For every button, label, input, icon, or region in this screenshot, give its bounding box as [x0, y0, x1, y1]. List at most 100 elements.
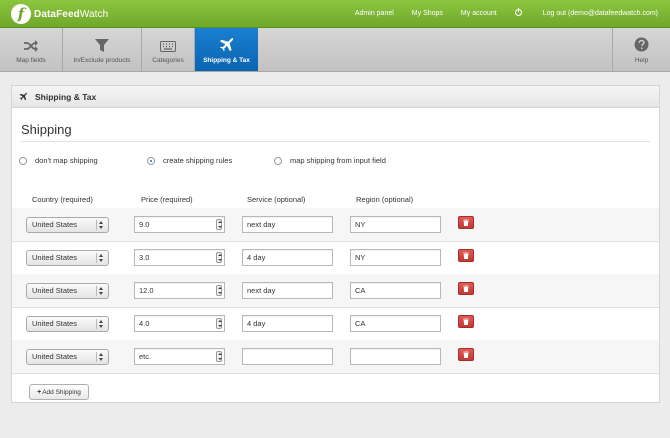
top-nav: Admin panel My Shops My account Log out …: [337, 0, 658, 26]
table-divider: [12, 241, 659, 242]
price-value: 4.0: [139, 319, 150, 328]
country-select[interactable]: United States: [26, 250, 109, 266]
service-input[interactable]: next day: [242, 216, 333, 233]
trash-icon: [463, 219, 469, 226]
select-arrows-icon: [98, 221, 105, 229]
country-value: United States: [32, 352, 78, 361]
column-header-service: Service (optional): [247, 195, 306, 204]
tab-map-fields[interactable]: Map fields: [0, 28, 63, 71]
region-input[interactable]: NY: [350, 216, 441, 233]
power-icon: [514, 8, 522, 16]
logout-label: Log out (demo@datafeedwatch.com): [542, 10, 658, 17]
option-create-shipping-rules[interactable]: create shipping rules: [147, 156, 232, 165]
delete-row-button[interactable]: [458, 282, 474, 295]
trash-icon: [463, 285, 469, 292]
airplane-icon: [19, 92, 28, 101]
country-select[interactable]: United States: [26, 217, 109, 233]
tab-help[interactable]: Help: [612, 28, 670, 71]
table-row: [12, 274, 659, 307]
service-input[interactable]: 4 day: [242, 315, 333, 332]
delete-row-button[interactable]: [458, 216, 474, 229]
price-input[interactable]: etc.: [134, 348, 225, 365]
table-divider: [12, 373, 659, 374]
radio-button[interactable]: [19, 156, 27, 165]
select-arrows-icon: [98, 287, 105, 295]
price-input[interactable]: 12.0: [134, 282, 225, 299]
delete-row-button[interactable]: [458, 315, 474, 328]
price-input[interactable]: 3.0: [134, 249, 225, 266]
airplane-icon: [219, 37, 233, 52]
section-divider: [21, 141, 650, 142]
option-map-shipping-from-input[interactable]: map shipping from input field: [274, 156, 386, 165]
stepper-icon[interactable]: [216, 219, 222, 230]
service-input[interactable]: [242, 348, 333, 365]
select-arrows-icon: [98, 320, 105, 328]
shipping-tax-panel: Shipping & Tax Shipping don't map shippi…: [11, 85, 660, 403]
section-title: Shipping: [21, 122, 72, 137]
keyboard-icon: [160, 41, 176, 52]
my-shops-link[interactable]: My Shops: [412, 10, 443, 17]
service-input[interactable]: next day: [242, 282, 333, 299]
select-arrows-icon: [98, 353, 105, 361]
region-input[interactable]: CA: [350, 282, 441, 299]
logout-link[interactable]: Log out (demo@datafeedwatch.com): [514, 8, 658, 17]
logo-text: DataFeedWatch: [34, 9, 108, 20]
price-value: etc.: [139, 352, 152, 361]
country-select[interactable]: United States: [26, 349, 109, 365]
select-arrows-icon: [98, 254, 105, 262]
price-value: 12.0: [139, 286, 154, 295]
region-input[interactable]: NY: [350, 249, 441, 266]
tab-label: Help: [634, 57, 649, 64]
region-input[interactable]: CA: [350, 315, 441, 332]
price-input[interactable]: 9.0: [134, 216, 225, 233]
option-dont-map-shipping[interactable]: don't map shipping: [19, 156, 98, 165]
admin-panel-link[interactable]: Admin panel: [355, 10, 394, 17]
stepper-icon[interactable]: [216, 318, 222, 329]
panel-header: Shipping & Tax: [12, 86, 659, 108]
question-icon: [634, 37, 649, 52]
stepper-icon[interactable]: [216, 252, 222, 263]
logo-text-bold: DataFeed: [34, 8, 80, 20]
table-divider: [12, 307, 659, 308]
option-label: don't map shipping: [35, 156, 98, 165]
radio-button[interactable]: [147, 156, 155, 165]
delete-row-button[interactable]: [458, 249, 474, 262]
tab-label: In/Exclude products: [73, 57, 131, 64]
logo[interactable]: f DataFeedWatch: [11, 3, 108, 25]
option-label: create shipping rules: [163, 156, 233, 165]
country-value: United States: [32, 286, 78, 295]
service-input[interactable]: 4 day: [242, 249, 333, 266]
region-input[interactable]: [350, 348, 441, 365]
radio-button[interactable]: [274, 156, 282, 165]
shuffle-icon: [24, 40, 38, 52]
country-value: United States: [32, 319, 78, 328]
column-header-region: Region (optional): [356, 195, 414, 204]
price-input[interactable]: 4.0: [134, 315, 225, 332]
add-shipping-button[interactable]: + Add Shipping: [29, 384, 89, 400]
price-value: 3.0: [139, 253, 150, 262]
logo-mark: f: [11, 4, 31, 24]
add-shipping-label: Add Shipping: [42, 388, 81, 396]
table-row: [12, 340, 659, 373]
my-account-link[interactable]: My account: [461, 10, 497, 17]
column-header-price: Price (required): [141, 195, 193, 204]
country-select[interactable]: United States: [26, 316, 109, 332]
stepper-icon[interactable]: [216, 285, 222, 296]
stepper-icon[interactable]: [216, 351, 222, 362]
tab-label: Categories: [152, 57, 184, 64]
tab-label: Shipping & Tax: [203, 57, 250, 64]
price-value: 9.0: [139, 220, 150, 229]
tab-categories[interactable]: Categories: [142, 28, 195, 71]
country-value: United States: [32, 253, 78, 262]
filter-icon: [95, 39, 109, 52]
tab-bar: Map fields In/Exclude products Categorie…: [0, 28, 670, 72]
option-label: map shipping from input field: [290, 156, 386, 165]
tab-shipping-tax[interactable]: Shipping & Tax: [195, 28, 258, 71]
country-value: United States: [32, 220, 78, 229]
delete-row-button[interactable]: [458, 348, 474, 361]
column-header-country: Country (required): [32, 195, 93, 204]
country-select[interactable]: United States: [26, 283, 109, 299]
tab-label: Map fields: [16, 57, 46, 64]
table-row: [12, 208, 659, 241]
tab-in-exclude-products[interactable]: In/Exclude products: [63, 28, 142, 71]
